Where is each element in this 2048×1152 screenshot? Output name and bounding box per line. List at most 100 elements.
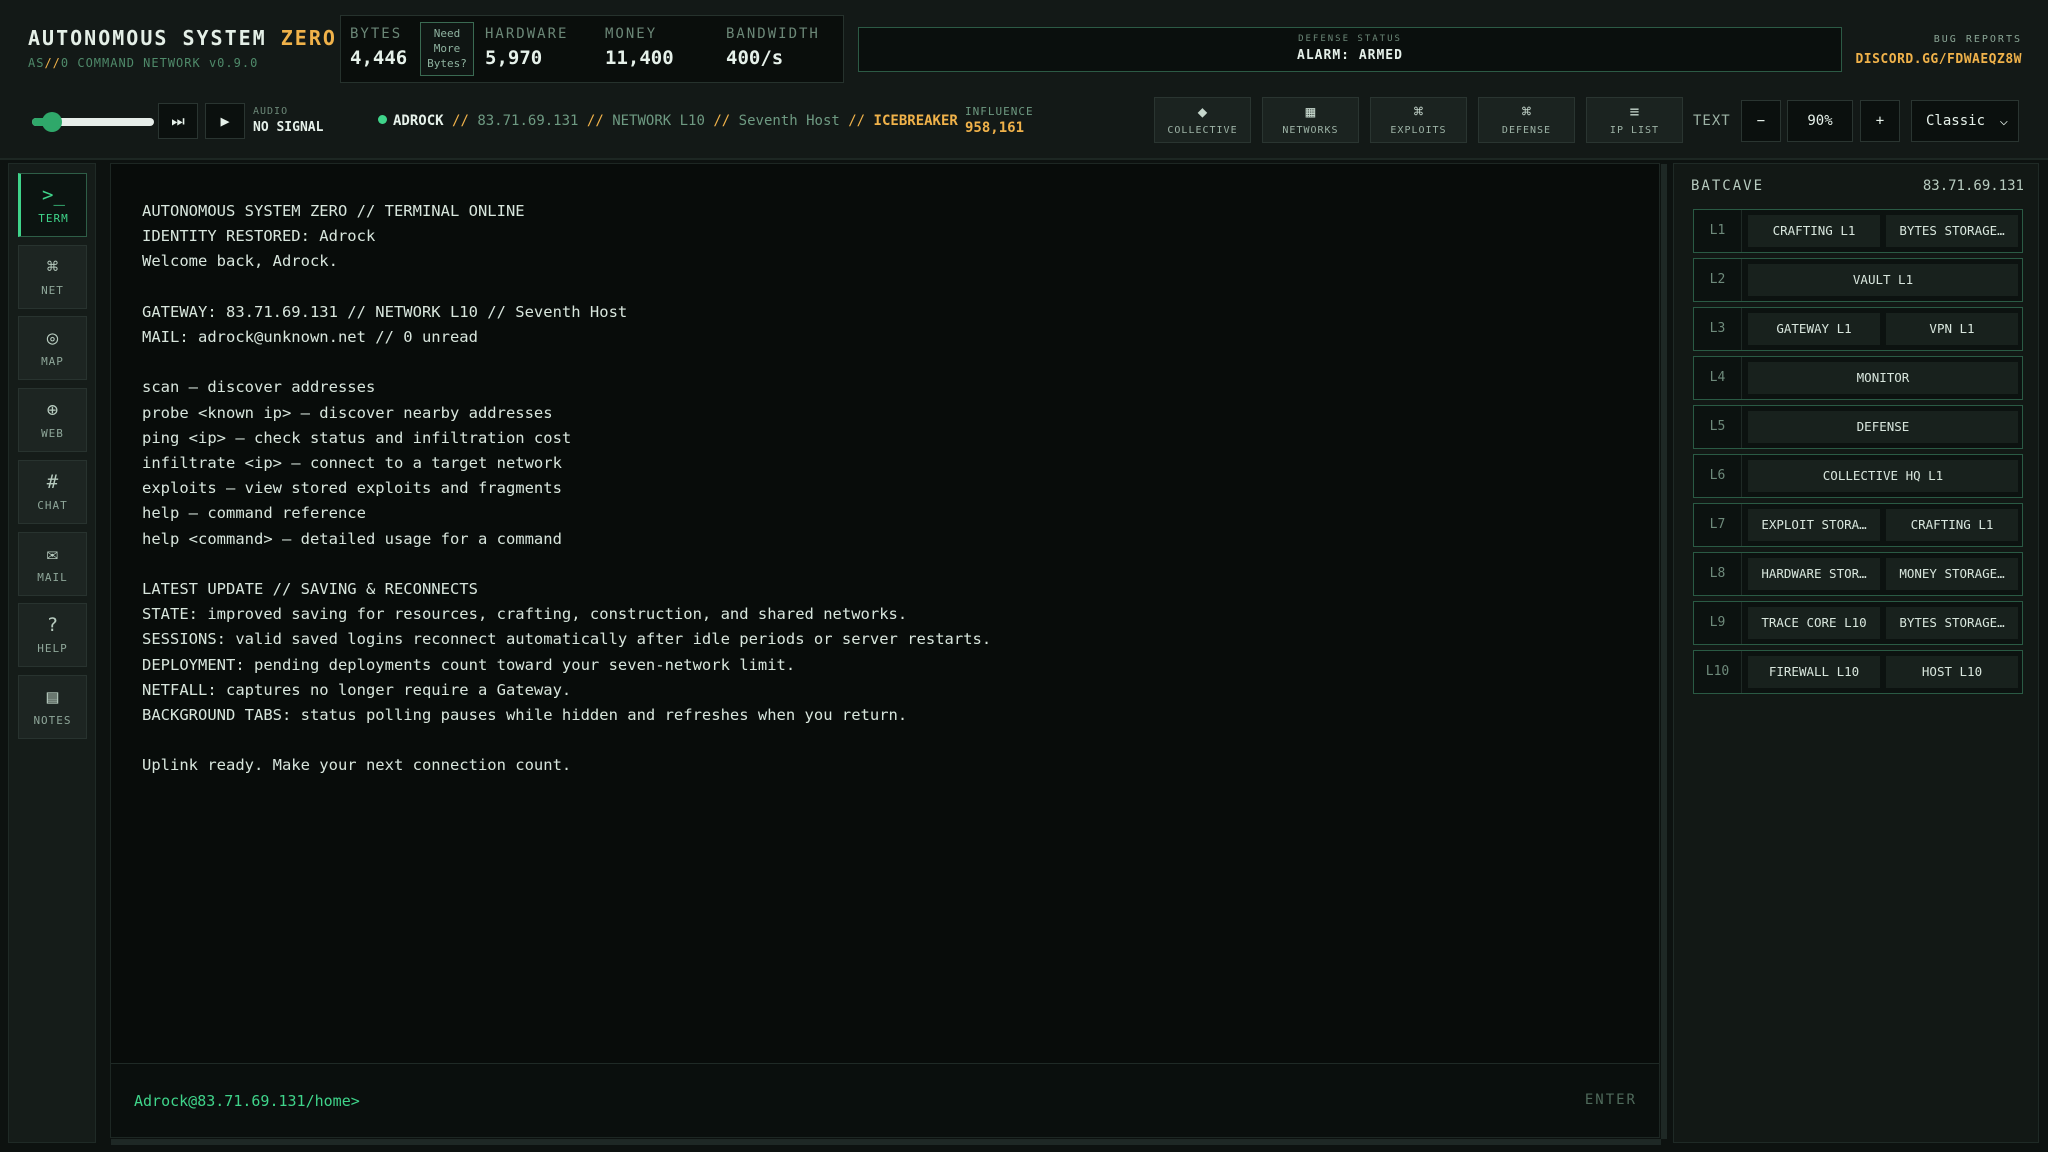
collective-label: COLLECTIVE <box>1167 125 1238 136</box>
bug-reports: BUG REPORTS DISCORD.GG/FDWAEQZ8W <box>1855 34 2022 67</box>
terminal-line: scan — discover addresses <box>142 378 376 397</box>
command-icon: ⌘ <box>1413 102 1424 121</box>
structure-level: L1 <box>1694 210 1742 252</box>
structure-slot[interactable]: CRAFTING L1 <box>1748 215 1880 247</box>
influence-value: 958,161 <box>965 120 1025 136</box>
terminal-line: BACKGROUND TABS: status polling pauses w… <box>142 706 908 725</box>
sidebar-item-help[interactable]: ? HELP <box>18 603 87 667</box>
structure-slot[interactable]: MONITOR <box>1748 362 2018 394</box>
hash-icon: # <box>46 471 59 493</box>
sidebar-item-chat[interactable]: # CHAT <box>18 460 87 524</box>
sidebar-item-map[interactable]: ◎ MAP <box>18 316 87 380</box>
structure-slot[interactable]: BYTES STORAGE… <box>1886 607 2018 639</box>
volume-slider[interactable] <box>32 112 154 132</box>
bug-reports-link[interactable]: DISCORD.GG/FDWAEQZ8W <box>1855 52 2022 67</box>
sidebar-item-web[interactable]: ⊕ WEB <box>18 388 87 452</box>
defense-button[interactable]: ⌘ DEFENSE <box>1478 97 1575 143</box>
structure-slot[interactable]: TRACE CORE L10 <box>1748 607 1880 639</box>
hardware-value: 5,970 <box>485 47 543 69</box>
structure-slot[interactable]: BYTES STORAGE… <box>1886 215 2018 247</box>
influence-label: INFLUENCE <box>965 105 1034 118</box>
chevron-down-icon: ⌵ <box>1999 113 2008 129</box>
skip-icon[interactable]: ⏭ <box>158 103 198 139</box>
play-icon[interactable]: ▶ <box>205 103 245 139</box>
structure-slot[interactable]: CRAFTING L1 <box>1886 509 2018 541</box>
app-subtitle: AS//0 COMMAND NETWORK v0.9.0 <box>28 56 337 70</box>
volume-slider-thumb[interactable] <box>41 112 62 132</box>
sidebar-item-notes[interactable]: ▤ NOTES <box>18 675 87 739</box>
text-decrease-button[interactable]: − <box>1741 100 1781 142</box>
terminal-horizontal-scrollbar[interactable] <box>111 1139 1661 1145</box>
structure-level: L10 <box>1694 651 1742 693</box>
panel-title: BATCAVE <box>1691 178 1765 194</box>
influence-stat: INFLUENCE 958,161 <box>965 105 1034 136</box>
terminal-line: probe <known ip> — discover nearby addre… <box>142 403 553 422</box>
need-bytes-line: More <box>433 42 461 55</box>
app-title-accent: ZERO <box>280 26 337 50</box>
top-bar: AUTONOMOUS SYSTEM ZERO AS//0 COMMAND NET… <box>0 0 2048 160</box>
help-icon: ? <box>46 614 59 636</box>
sidebar: >_ TERM ⌘ NET ◎ MAP ⊕ WEB # CHAT ✉ MAIL … <box>8 163 96 1143</box>
ip-list-button[interactable]: ≡ IP LIST <box>1586 97 1683 143</box>
sidebar-item-term[interactable]: >_ TERM <box>18 173 87 237</box>
structure-level: L8 <box>1694 553 1742 595</box>
structure-row: L7 EXPLOIT STORA… CRAFTING L1 <box>1693 503 2023 547</box>
structure-slot[interactable]: COLLECTIVE HQ L1 <box>1748 460 2018 492</box>
structure-level: L2 <box>1694 259 1742 301</box>
diamond-icon: ◆ <box>1197 102 1208 121</box>
networks-label: NETWORKS <box>1282 125 1339 136</box>
structure-slot[interactable]: MONEY STORAGE… <box>1886 558 2018 590</box>
terminal-line: LATEST UPDATE // SAVING & RECONNECTS <box>142 580 478 599</box>
exploits-button[interactable]: ⌘ EXPLOITS <box>1370 97 1467 143</box>
structure-row: L4 MONITOR <box>1693 356 2023 400</box>
target-icon: ◎ <box>46 327 59 349</box>
route-tool: ICEBREAKER <box>873 113 958 129</box>
terminal-line: help <command> — detailed usage for a co… <box>142 529 562 548</box>
structure-slot[interactable]: DEFENSE <box>1748 411 2018 443</box>
structure-slot[interactable]: FIREWALL L10 <box>1748 656 1880 688</box>
structure-slot[interactable]: HOST L10 <box>1886 656 2018 688</box>
sidebar-item-mail[interactable]: ✉ MAIL <box>18 532 87 596</box>
structure-slot[interactable]: HARDWARE STOR… <box>1748 558 1880 590</box>
enter-button[interactable]: ENTER <box>1585 1092 1637 1108</box>
structure-slot[interactable]: VAULT L1 <box>1748 264 2018 296</box>
brand: AUTONOMOUS SYSTEM ZERO AS//0 COMMAND NET… <box>28 26 337 70</box>
exploits-label: EXPLOITS <box>1390 125 1447 136</box>
networks-button[interactable]: ▦ NETWORKS <box>1262 97 1359 143</box>
structure-slot[interactable]: GATEWAY L1 <box>1748 313 1880 345</box>
structure-level: L6 <box>1694 455 1742 497</box>
structure-row: L2 VAULT L1 <box>1693 258 2023 302</box>
route-host: Seventh Host <box>738 113 840 129</box>
route-separator: // <box>452 113 469 129</box>
structure-level: L7 <box>1694 504 1742 546</box>
terminal-line: SESSIONS: valid saved logins reconnect a… <box>142 630 992 649</box>
structure-slot[interactable]: VPN L1 <box>1886 313 2018 345</box>
structure-slot[interactable]: EXPLOIT STORA… <box>1748 509 1880 541</box>
resource-panel: BYTES 4,446 Need More Bytes? HARDWARE 5,… <box>340 15 844 83</box>
terminal-line: MAIL: adrock@unknown.net // 0 unread <box>142 328 478 347</box>
collective-button[interactable]: ◆ COLLECTIVE <box>1154 97 1251 143</box>
theme-select[interactable]: Classic ⌵ <box>1911 100 2019 142</box>
batcave-panel: BATCAVE 83.71.69.131 L1 CRAFTING L1 BYTES … <box>1673 163 2039 1143</box>
list-icon: ≡ <box>1629 102 1640 121</box>
terminal-line: ping <ip> — check status and infiltratio… <box>142 428 572 447</box>
sidebar-item-label: MAP <box>41 355 64 368</box>
bandwidth-stat: BANDWIDTH 400/s <box>726 26 820 69</box>
command-input[interactable]: Adrock@83.71.69.131/home> ENTER <box>111 1063 1659 1137</box>
terminal-scrollbar[interactable] <box>1661 164 1667 1139</box>
structure-row: L8 HARDWARE STOR… MONEY STORAGE… <box>1693 552 2023 596</box>
panel-ip: 83.71.69.131 <box>1922 178 2024 194</box>
terminal-line: exploits — view stored exploits and frag… <box>142 479 562 498</box>
route-separator: // <box>713 113 731 129</box>
terminal-line: GATEWAY: 83.71.69.131 // NETWORK L10 // … <box>142 302 628 321</box>
terminal-line: IDENTITY RESTORED: Adrock <box>142 227 376 246</box>
sidebar-item-net[interactable]: ⌘ NET <box>18 245 87 309</box>
audio-label: AUDIO <box>253 106 289 117</box>
need-more-bytes-button[interactable]: Need More Bytes? <box>420 22 474 76</box>
structure-row: L5 DEFENSE <box>1693 405 2023 449</box>
text-increase-button[interactable]: + <box>1860 100 1900 142</box>
terminal[interactable]: AUTONOMOUS SYSTEM ZERO // TERMINAL ONLIN… <box>110 163 1667 1145</box>
terminal-line: Welcome back, Adrock. <box>142 252 338 271</box>
connection-route: ADROCK // 83.71.69.131 // NETWORK L10 //… <box>378 113 958 129</box>
